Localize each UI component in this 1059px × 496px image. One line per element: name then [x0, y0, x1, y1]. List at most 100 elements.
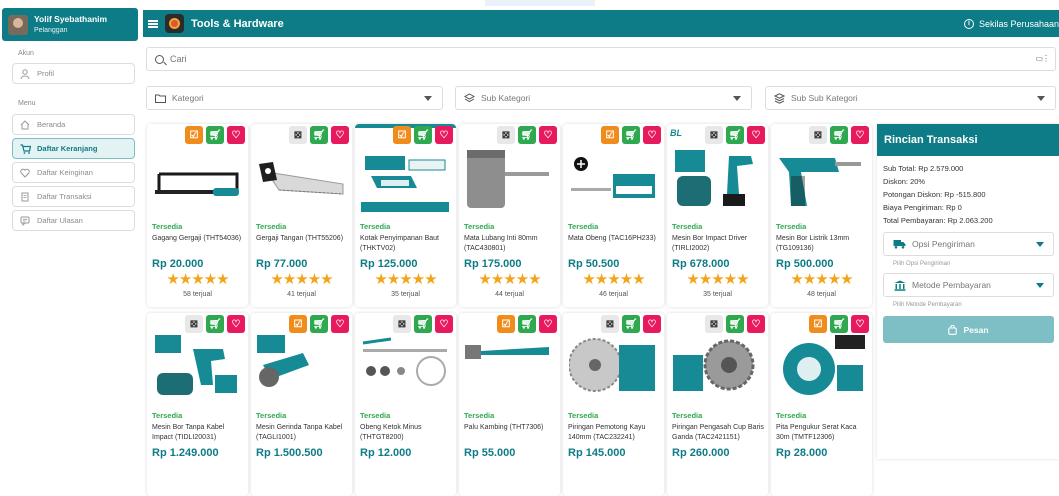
wishlist-button[interactable]: ♡ — [435, 315, 453, 333]
wishlist-button[interactable]: ♡ — [227, 315, 245, 333]
add-to-cart-button[interactable]: 🛒︎ — [622, 315, 640, 333]
add-to-cart-button[interactable]: 🛒︎ — [726, 126, 744, 144]
sold-count: 46 terjual — [599, 291, 628, 298]
keyboard-icon[interactable]: ▭⋮ — [1035, 54, 1050, 63]
add-to-cart-button[interactable]: 🛒︎ — [310, 315, 328, 333]
product-price: Rp 260.000 — [672, 447, 730, 459]
product-card[interactable]: ⊠ 🛒︎ ♡ Tersedia Piringan Pengasah Cup Ba… — [667, 313, 768, 496]
wishlist-button[interactable]: ♡ — [643, 126, 661, 144]
sidebar-item-label: Daftar Keinginan — [37, 168, 93, 177]
add-to-cart-button[interactable]: 🛒︎ — [726, 315, 744, 333]
app-header: Tools & Hardware i Sekilas Perusahaan — [143, 10, 1059, 37]
sub-sub-category-select[interactable]: Sub Sub Kategori — [765, 86, 1056, 110]
product-price: Rp 20.000 — [152, 258, 204, 270]
product-price: Rp 55.000 — [464, 447, 516, 459]
discount-cut-text: Potongan Diskon: Rp -515.800 — [883, 190, 986, 199]
add-to-cart-button[interactable]: 🛒︎ — [206, 126, 224, 144]
order-button[interactable]: Pesan — [883, 316, 1054, 343]
subtotal-text: Sub Total: Rp 2.579.000 — [883, 164, 964, 173]
product-price: Rp 77.000 — [256, 258, 308, 270]
stock-status: Tersedia — [152, 222, 183, 231]
compare-button[interactable]: ⊠ — [601, 315, 619, 333]
product-card[interactable]: ⊠ 🛒︎ ♡ Tersedia Gergaji Tangan (THT55206… — [251, 124, 352, 307]
cart-icon — [19, 143, 31, 155]
compare-button[interactable]: ⊠ — [705, 126, 723, 144]
product-card[interactable]: ⊠ 🛒︎ ♡ Tersedia Mata Lubang Inti 80mm (T… — [459, 124, 560, 307]
product-card[interactable]: BL ⊠ 🛒︎ ♡ Tersedia Mesin Bor Impact Driv… — [667, 124, 768, 307]
compare-button[interactable]: ⊠ — [497, 126, 515, 144]
product-card[interactable]: ☑ 🛒︎ ♡ Tersedia Mesin Gerinda Tanpa Kabe… — [251, 313, 352, 496]
payment-method-select[interactable]: Metode Pembayaran — [883, 273, 1054, 297]
wishlist-button[interactable]: ♡ — [331, 126, 349, 144]
compare-button[interactable]: ☑ — [393, 126, 411, 144]
product-card[interactable]: ☑ 🛒︎ ♡ Tersedia Kotak Penyimpanan Baut (… — [355, 124, 456, 307]
stock-status: Tersedia — [672, 411, 703, 420]
product-card[interactable]: ⊠ 🛒︎ ♡ Tersedia Mesin Bor Listrik 13mm (… — [771, 124, 872, 307]
product-card[interactable]: ⊠ 🛒︎ ♡ Tersedia Obeng Ketok Minus (THTGT… — [355, 313, 456, 496]
compare-button[interactable]: ⊠ — [393, 315, 411, 333]
sold-count: 58 terjual — [183, 291, 212, 298]
sidebar-item-daftar-transaksi[interactable]: Daftar Transaksi — [12, 186, 135, 207]
wishlist-button[interactable]: ♡ — [539, 315, 557, 333]
wishlist-button[interactable]: ♡ — [851, 315, 869, 333]
add-to-cart-button[interactable]: 🛒︎ — [518, 315, 536, 333]
product-card[interactable]: ⊠ 🛒︎ ♡ Tersedia Piringan Pemotong Kayu 1… — [563, 313, 664, 496]
search-input[interactable]: Cari ▭⋮ — [146, 47, 1056, 71]
product-card[interactable]: ☑ 🛒︎ ♡ Tersedia Palu Kambing (THT7306) R… — [459, 313, 560, 496]
add-to-cart-button[interactable]: 🛒︎ — [830, 315, 848, 333]
category-select[interactable]: Kategori — [146, 86, 443, 110]
sidebar-item-profile[interactable]: Profil — [12, 63, 135, 84]
compare-button[interactable]: ⊠ — [809, 126, 827, 144]
product-price: Rp 500.000 — [776, 258, 834, 270]
add-to-cart-button[interactable]: 🛒︎ — [518, 126, 536, 144]
add-to-cart-button[interactable]: 🛒︎ — [830, 126, 848, 144]
add-to-cart-button[interactable]: 🛒︎ — [414, 315, 432, 333]
product-name: Obeng Ketok Minus (THTGT8200) — [360, 424, 422, 441]
wishlist-button[interactable]: ♡ — [435, 126, 453, 144]
bag-icon — [948, 324, 958, 335]
wishlist-button[interactable]: ♡ — [747, 315, 765, 333]
transaction-panel: Rincian Transaksi Sub Total: Rp 2.579.00… — [877, 124, 1059, 459]
product-card[interactable]: ☑ 🛒︎ ♡ Tersedia Gagang Gergaji (THT54036… — [147, 124, 248, 307]
add-to-cart-button[interactable]: 🛒︎ — [310, 126, 328, 144]
compare-button[interactable]: ☑ — [497, 315, 515, 333]
product-card[interactable]: ⊠ 🛒︎ ♡ Tersedia Mesin Bor Tanpa Kabel Im… — [147, 313, 248, 496]
product-card[interactable]: ☑ 🛒︎ ♡ Tersedia Mata Obeng (TAC16PH233) … — [563, 124, 664, 307]
sidebar-item-daftar-keinginan[interactable]: Daftar Keinginan — [12, 162, 135, 183]
product-name: Mesin Bor Impact Driver (TIRLI2002) — [672, 235, 748, 252]
add-to-cart-button[interactable]: 🛒︎ — [622, 126, 640, 144]
company-info-link[interactable]: i Sekilas Perusahaan — [963, 10, 1059, 37]
product-card[interactable]: ☑ 🛒︎ ♡ Tersedia Pita Pengukur Serat Kaca… — [771, 313, 872, 496]
compare-button[interactable]: ⊠ — [289, 126, 307, 144]
home-icon — [19, 119, 31, 131]
compare-button[interactable]: ☑ — [289, 315, 307, 333]
sidebar-item-daftar-ulasan[interactable]: Daftar Ulasan — [12, 210, 135, 231]
compare-button[interactable]: ☑ — [185, 126, 203, 144]
wishlist-button[interactable]: ♡ — [643, 315, 661, 333]
wishlist-button[interactable]: ♡ — [539, 126, 557, 144]
compare-button[interactable]: ☑ — [809, 315, 827, 333]
hamburger-menu-icon[interactable] — [148, 19, 158, 28]
bank-icon — [893, 280, 906, 291]
search-placeholder: Cari — [170, 54, 187, 64]
compare-button[interactable]: ⊠ — [705, 315, 723, 333]
product-price: Rp 678.000 — [672, 258, 730, 270]
product-name: Mesin Gerinda Tanpa Kabel (TAGLI1001) — [256, 424, 343, 441]
add-to-cart-button[interactable]: 🛒︎ — [414, 126, 432, 144]
user-profile-bar[interactable]: Yolif Syebathanim Pelanggan — [2, 8, 138, 41]
wishlist-button[interactable]: ♡ — [747, 126, 765, 144]
compare-button[interactable]: ☑ — [601, 126, 619, 144]
product-price: Rp 175.000 — [464, 258, 522, 270]
product-name: Kotak Penyimpanan Baut (THKTV02) — [360, 235, 439, 252]
sub-category-select[interactable]: Sub Kategori — [455, 86, 752, 110]
wishlist-button[interactable]: ♡ — [851, 126, 869, 144]
sidebar-item-daftar-keranjang[interactable]: Daftar Keranjang — [12, 138, 135, 159]
add-to-cart-button[interactable]: 🛒︎ — [206, 315, 224, 333]
compare-button[interactable]: ⊠ — [185, 315, 203, 333]
shipping-option-select[interactable]: Opsi Pengiriman — [883, 232, 1054, 256]
sidebar-item-beranda[interactable]: Beranda — [12, 114, 135, 135]
shipping-option-label: Opsi Pengiriman — [912, 239, 975, 249]
wishlist-button[interactable]: ♡ — [227, 126, 245, 144]
wishlist-button[interactable]: ♡ — [331, 315, 349, 333]
chevron-down-icon — [1036, 283, 1044, 288]
